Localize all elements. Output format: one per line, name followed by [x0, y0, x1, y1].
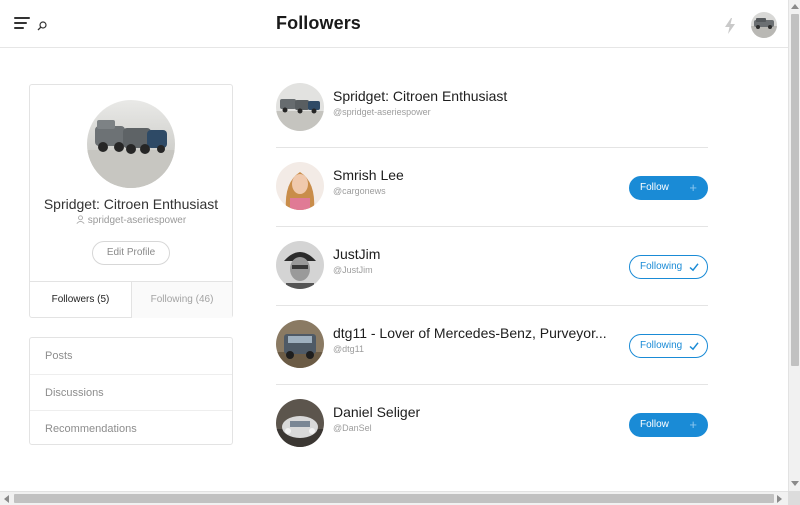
following-button[interactable]: Following — [629, 334, 708, 358]
follower-name[interactable]: dtg11 - Lover of Mercedes-Benz, Purveyor… — [333, 325, 607, 341]
scroll-up-arrow-icon[interactable] — [791, 4, 799, 9]
follower-row: JustJim @JustJim Following — [276, 227, 708, 306]
follow-button[interactable]: Follow + — [629, 413, 708, 437]
scroll-down-arrow-icon[interactable] — [791, 481, 799, 486]
edit-profile-button[interactable]: Edit Profile — [92, 241, 170, 265]
following-button-label: Following — [640, 340, 683, 351]
menu-search-toggle[interactable] — [14, 17, 48, 33]
horizontal-scroll-thumb[interactable] — [14, 494, 774, 503]
check-icon — [689, 342, 699, 351]
avatar-image — [276, 83, 324, 131]
follow-button-label: Follow — [640, 182, 669, 193]
check-icon — [689, 263, 699, 272]
avatar-image — [276, 162, 324, 210]
follower-avatar[interactable] — [276, 399, 324, 447]
profile-avatar-image — [87, 100, 175, 188]
follow-button[interactable]: Follow + — [629, 176, 708, 200]
follower-avatar[interactable] — [276, 320, 324, 368]
following-button[interactable]: Following — [629, 255, 708, 279]
profile-name: Spridget: Citroen Enthusiast — [43, 196, 219, 212]
profile-tabs: Followers (5) Following (46) — [30, 281, 232, 318]
profile-card: Spridget: Citroen Enthusiast spridget-as… — [29, 84, 233, 318]
follower-row: Smrish Lee @cargonews Follow + — [276, 148, 708, 227]
menu-icon — [14, 17, 30, 19]
user-icon — [76, 215, 85, 224]
follower-name[interactable]: Daniel Seliger — [333, 404, 420, 420]
follower-row: Daniel Seliger @DanSel Follow + — [276, 385, 708, 464]
nav-item-discussions[interactable]: Discussions — [30, 374, 232, 410]
profile-handle: spridget-aseriespower — [30, 215, 232, 226]
follow-button-label: Follow — [640, 419, 669, 430]
follower-handle: @dtg11 — [333, 344, 364, 354]
avatar-image — [276, 241, 324, 289]
horizontal-scrollbar[interactable] — [0, 491, 788, 505]
scroll-left-arrow-icon[interactable] — [4, 495, 9, 503]
follower-avatar[interactable] — [276, 83, 324, 131]
profile-handle-text: spridget-aseriespower — [87, 215, 187, 226]
menu-icon-line — [14, 27, 24, 29]
search-icon — [37, 21, 47, 31]
avatar-image — [276, 320, 324, 368]
nav-item-recommendations[interactable]: Recommendations — [30, 410, 232, 446]
top-header: Followers — [0, 0, 788, 48]
follower-avatar[interactable] — [276, 162, 324, 210]
plus-icon: + — [689, 417, 697, 432]
tab-followers[interactable]: Followers (5) — [30, 282, 131, 318]
nav-item-posts[interactable]: Posts — [30, 338, 232, 374]
vertical-scroll-thumb[interactable] — [791, 14, 799, 366]
profile-avatar — [87, 100, 175, 188]
bolt-icon[interactable] — [724, 18, 736, 34]
follower-name[interactable]: Smrish Lee — [333, 167, 404, 183]
scrollbar-corner — [788, 491, 800, 505]
vertical-scrollbar[interactable] — [788, 0, 800, 491]
follower-handle: @DanSel — [333, 423, 372, 433]
avatar-image — [751, 12, 777, 38]
page-title: Followers — [276, 13, 361, 33]
profile-nav: Posts Discussions Recommendations — [29, 337, 233, 445]
follower-handle: @cargonews — [333, 186, 386, 196]
follower-handle: @JustJim — [333, 265, 373, 275]
avatar-image — [276, 399, 324, 447]
follower-name[interactable]: Spridget: Citroen Enthusiast — [333, 88, 507, 104]
following-button-label: Following — [640, 261, 683, 272]
plus-icon: + — [689, 180, 697, 195]
header-avatar[interactable] — [751, 12, 777, 38]
menu-icon-line — [14, 22, 27, 24]
follower-name[interactable]: JustJim — [333, 246, 380, 262]
scroll-right-arrow-icon[interactable] — [777, 495, 782, 503]
follower-row: Spridget: Citroen Enthusiast @spridget-a… — [276, 69, 708, 148]
follower-avatar[interactable] — [276, 241, 324, 289]
tab-following[interactable]: Following (46) — [131, 282, 232, 318]
follower-row: dtg11 - Lover of Mercedes-Benz, Purveyor… — [276, 306, 708, 385]
follower-handle: @spridget-aseriespower — [333, 107, 431, 117]
